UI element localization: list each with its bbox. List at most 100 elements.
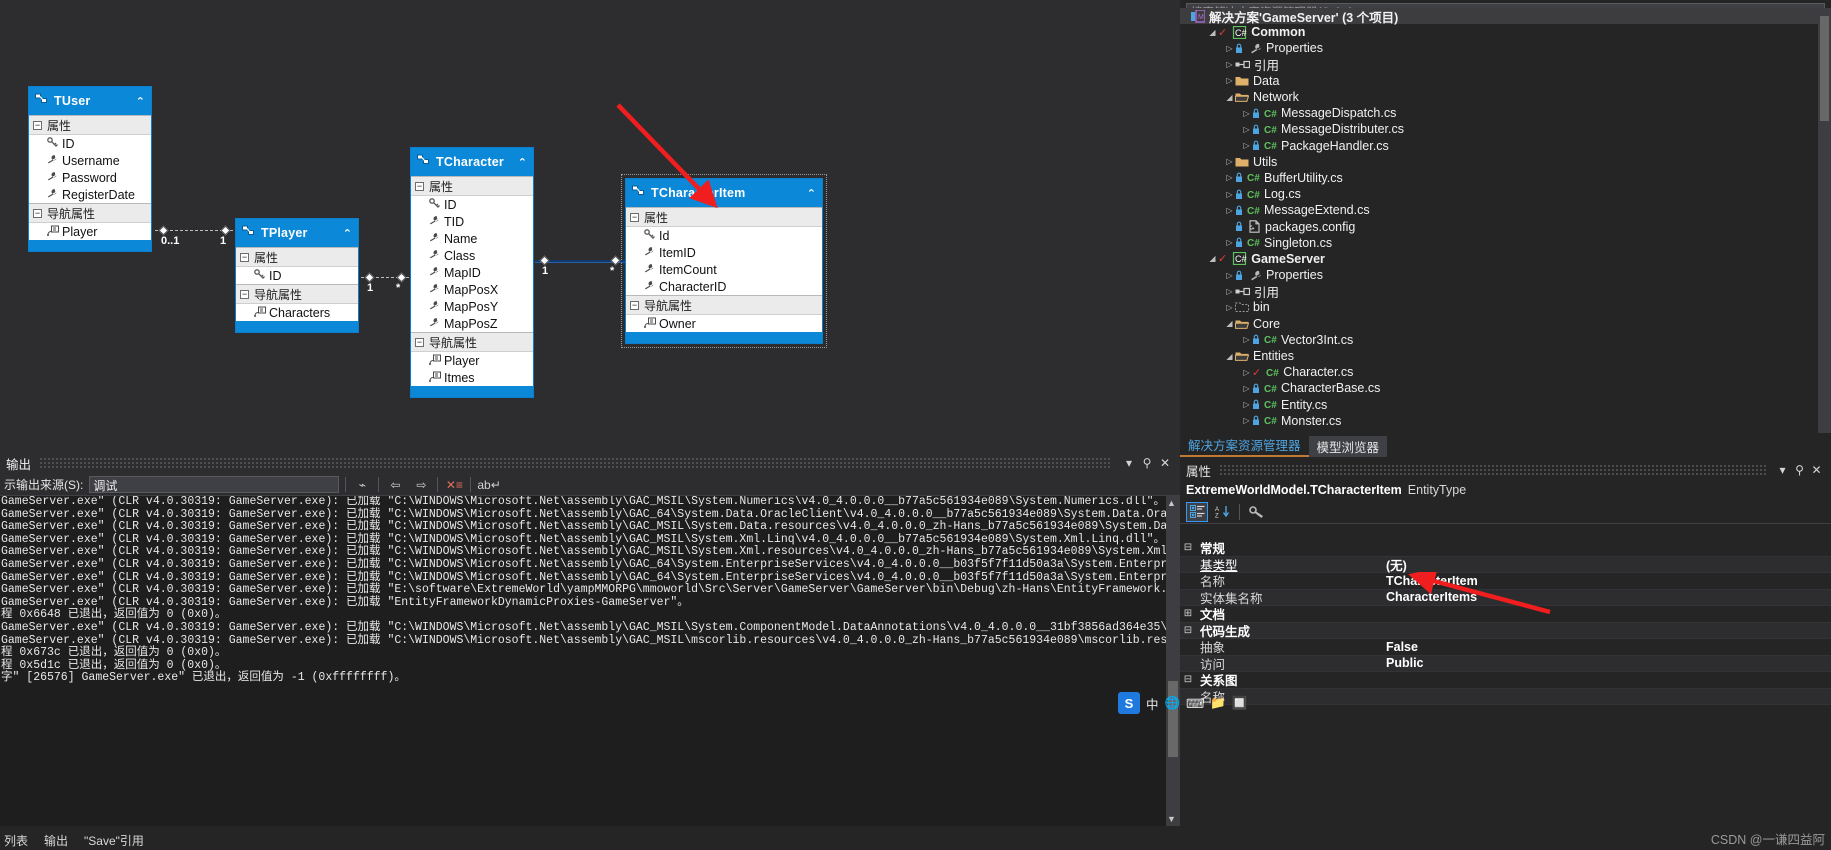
output-find-message-icon[interactable]: ⌁ [352, 478, 372, 492]
tree-expander-icon[interactable]: ▷ [1224, 190, 1235, 199]
property-value[interactable]: TCharacterItem [1382, 574, 1831, 588]
tree-expander-icon[interactable]: ◢ [1224, 319, 1235, 328]
entity-property-row[interactable]: Class [411, 247, 533, 264]
sogou-ime-icon[interactable]: S [1118, 692, 1140, 714]
entity-property-row[interactable]: Owner [626, 315, 822, 332]
association-endpoint-handle[interactable] [220, 225, 231, 236]
tree-node-messageextend-cs[interactable]: ▷ C# MessageExtend.cs [1180, 202, 1831, 218]
collapse-chevron-icon[interactable]: ⌃ [343, 227, 352, 240]
solution-tree-scroll-thumb[interactable] [1820, 16, 1829, 121]
solution-explorer-tree[interactable]: M 解决方案'GameServer' (3 个项目) ◢ ✓ C# Common ▷ Prop… [1180, 8, 1831, 433]
tree-expander-icon[interactable]: ▷ [1224, 271, 1235, 280]
dock-tab-solution-explorer[interactable]: 解决方案资源管理器 [1180, 434, 1309, 457]
entity-property-row[interactable]: Id [626, 227, 822, 244]
alphabetical-sort-icon[interactable]: AZ [1211, 502, 1233, 522]
status-tab[interactable]: 输出 [44, 832, 68, 849]
tree-expander-icon[interactable]: ▷ [1224, 206, 1235, 215]
property-value[interactable]: (无) [1382, 555, 1831, 574]
tree-node-bufferutility-cs[interactable]: ▷ C# BufferUtility.cs [1180, 170, 1831, 186]
section-collapse-icon[interactable]: − [240, 289, 249, 299]
tree-expander-icon[interactable]: ▷ [1224, 287, 1235, 296]
entity-property-row[interactable]: ID [29, 135, 151, 152]
association-endpoint-handle[interactable] [610, 255, 621, 266]
section-collapse-icon[interactable]: − [33, 120, 42, 130]
property-value[interactable]: Public [1382, 656, 1831, 670]
section-collapse-icon[interactable]: − [630, 212, 639, 222]
tray-item-3[interactable]: 📁 [1210, 696, 1226, 711]
property-value[interactable]: False [1382, 640, 1831, 654]
entity-property-row[interactable]: ItemCount [626, 261, 822, 278]
entity-property-row[interactable]: Player [29, 223, 151, 240]
entity-property-row[interactable]: ItemID [626, 244, 822, 261]
properties-close-icon[interactable]: ✕ [1808, 463, 1825, 477]
categorized-view-icon[interactable] [1186, 501, 1208, 522]
tree-node-messagedispatch-cs[interactable]: ▷ C# MessageDispatch.cs [1180, 105, 1831, 121]
entity-section-header[interactable]: − 导航属性 [236, 284, 358, 304]
entity-header[interactable]: TCharacter ⌃ [411, 148, 533, 176]
property-expander-icon[interactable]: ⊟ [1180, 674, 1196, 685]
output-vertical-scrollbar[interactable]: ▲ ▼ [1166, 496, 1180, 826]
tree-node-characterbase-cs[interactable]: ▷ C# CharacterBase.cs [1180, 380, 1831, 396]
tree-node-singleton-cs[interactable]: ▷ C# Singleton.cs [1180, 235, 1831, 251]
output-scroll-down-arrow[interactable]: ▼ [1167, 814, 1176, 824]
dock-tab-model-browser[interactable]: 模型浏览器 [1308, 436, 1388, 457]
designer-canvas[interactable]: TUser ⌃ − 属性 ID Username Password RegisterDate −… [0, 0, 1363, 505]
association-endpoint-handle[interactable] [364, 272, 375, 283]
tree-expander-icon[interactable]: ◢ [1207, 254, 1218, 263]
output-scroll-up-arrow[interactable]: ▲ [1167, 498, 1176, 508]
properties-toolbar[interactable]: AZ [1180, 500, 1831, 524]
entity-property-row[interactable]: Name [411, 230, 533, 247]
model-designer-surface[interactable]: TUser ⌃ − 属性 ID Username Password RegisterDate −… [0, 0, 1380, 528]
output-clear-all-icon[interactable]: ✕≡ [444, 478, 464, 492]
entity-property-row[interactable]: RegisterDate [29, 186, 151, 203]
tree-node-log-cs[interactable]: ▷ C# Log.cs [1180, 186, 1831, 202]
entity-box-tplayer[interactable]: TPlayer ⌃ − 属性 ID − 导航属性 Characters [235, 218, 359, 333]
entity-property-row[interactable]: ID [411, 196, 533, 213]
tree-expander-icon[interactable]: ▷ [1241, 335, 1252, 344]
entity-property-row[interactable]: Itmes [411, 369, 533, 386]
property-expander-icon[interactable]: ⊞ [1180, 608, 1196, 619]
section-collapse-icon[interactable]: − [33, 208, 42, 218]
tree-node-vector3int-cs[interactable]: ▷ C# Vector3Int.cs [1180, 332, 1831, 348]
tree-node-common[interactable]: ◢ ✓ C# Common [1180, 24, 1831, 40]
tree-expander-icon[interactable]: ▷ [1224, 76, 1235, 85]
entity-property-row[interactable]: MapPosX [411, 281, 533, 298]
tree-node--[interactable]: ▷ 引用 [1180, 283, 1831, 300]
tree-expander-icon[interactable]: ▷ [1241, 416, 1252, 425]
tree-node-monster-cs[interactable]: ▷ C# Monster.cs [1180, 413, 1831, 429]
entity-property-row[interactable]: CharacterID [626, 278, 822, 295]
status-tab[interactable]: "Save"引用 [84, 832, 144, 849]
tray-item-4[interactable]: 🔲 [1232, 696, 1248, 711]
entity-header[interactable]: TUser ⌃ [29, 87, 151, 115]
bottom-status-tabs[interactable]: 列表 输出 "Save"引用 [0, 830, 1180, 850]
section-collapse-icon[interactable]: − [240, 252, 249, 262]
entity-property-row[interactable]: Username [29, 152, 151, 169]
entity-section-header[interactable]: − 属性 [411, 176, 533, 196]
output-pin-icon[interactable]: ⚲ [1138, 456, 1156, 470]
output-prev-icon[interactable]: ⇦ [385, 478, 405, 492]
tree-expander-icon[interactable]: ▷ [1224, 44, 1235, 53]
tree-node-entities[interactable]: ◢ Entities [1180, 348, 1831, 364]
tray-item-2[interactable]: ⌨ [1186, 696, 1204, 711]
tree-node-packagehandler-cs[interactable]: ▷ C# PackageHandler.cs [1180, 138, 1831, 154]
collapse-chevron-icon[interactable]: ⌃ [518, 156, 527, 169]
solution-tree-scrollbar[interactable] [1818, 8, 1831, 433]
properties-pin-icon[interactable]: ⚲ [1791, 463, 1808, 477]
output-source-combobox[interactable]: 调试 [89, 476, 340, 493]
entity-box-tcharacteritem[interactable]: TCharacterItem ⌃ − 属性 Id ItemID ItemCount Chara… [621, 174, 827, 348]
tree-node-data[interactable]: ▷ Data [1180, 73, 1831, 89]
tree-expander-icon[interactable]: ◢ [1207, 28, 1218, 37]
output-text-area[interactable]: GameServer.exe" (CLR v4.0.30319: GameSer… [0, 496, 1180, 826]
property-expander-icon[interactable]: ⊟ [1180, 625, 1196, 636]
tree-node-properties[interactable]: ▷ Properties [1180, 40, 1831, 56]
tray-item-1[interactable]: 🌐 [1165, 696, 1181, 711]
association-endpoint-handle[interactable] [396, 272, 407, 283]
entity-property-row[interactable]: ID [236, 267, 358, 284]
tree-expander-icon[interactable]: ▷ [1224, 238, 1235, 247]
ime-tray[interactable]: S 中 🌐 ⌨ 📁 🔲 [1118, 690, 1278, 716]
tree-expander-icon[interactable]: ▷ [1241, 109, 1252, 118]
entity-section-header[interactable]: − 导航属性 [29, 203, 151, 223]
tree-node-network[interactable]: ◢ Network [1180, 89, 1831, 105]
collapse-chevron-icon[interactable]: ⌃ [807, 187, 816, 200]
tree-expander-icon[interactable]: ◢ [1224, 93, 1235, 102]
